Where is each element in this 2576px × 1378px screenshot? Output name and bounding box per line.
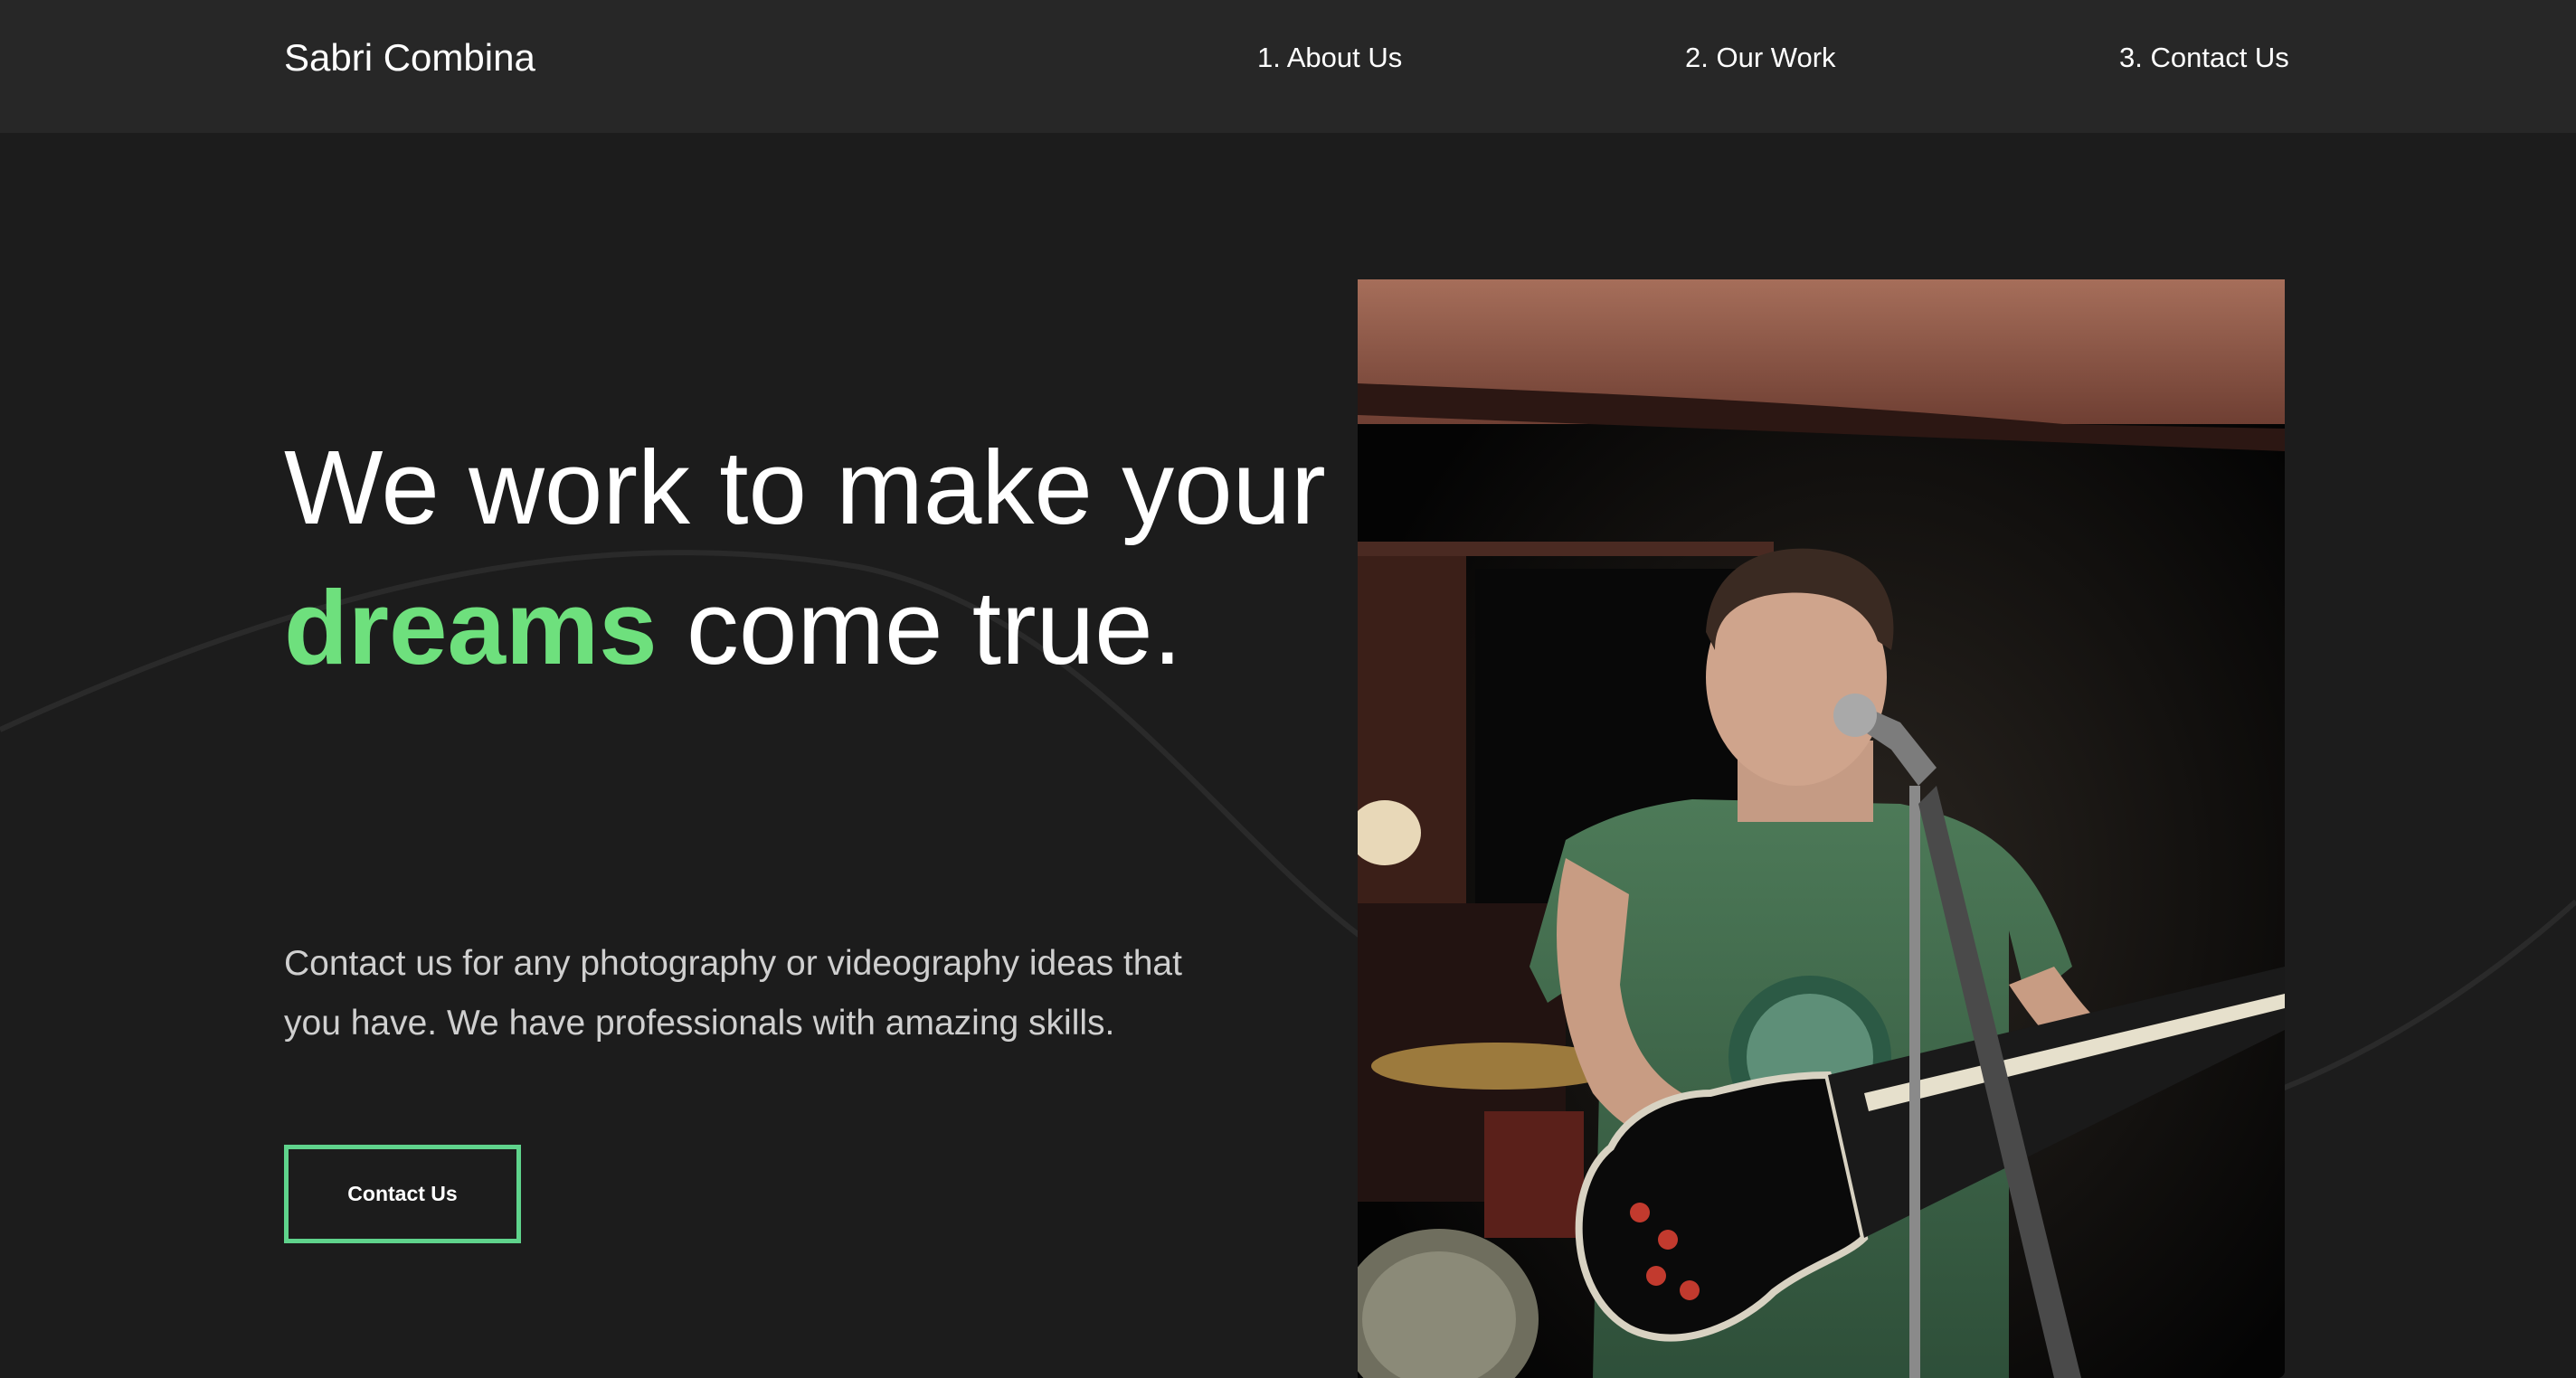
brand-logo-text[interactable]: Sabri Combina [284,33,535,83]
nav-link-contact-us[interactable]: 3. Contact Us [2119,40,2289,76]
hero-heading: We work to make your dreams come true. [284,418,1351,698]
contact-us-button[interactable]: Contact Us [284,1145,521,1243]
nav-link-about-us[interactable]: 1. About Us [1257,40,1402,76]
hero-heading-text-end: come true. [657,569,1182,686]
nav-link-our-work[interactable]: 2. Our Work [1685,40,1836,76]
hero-photo-guitarist [1358,279,2285,1378]
hero-description: Contact us for any photography or videog… [284,944,1182,1043]
hero-heading-accent-word: dreams [284,569,658,686]
top-navbar: Sabri Combina 1. About Us 2. Our Work 3.… [0,0,2576,133]
hero-heading-text-start: We work to make your [284,429,1326,546]
